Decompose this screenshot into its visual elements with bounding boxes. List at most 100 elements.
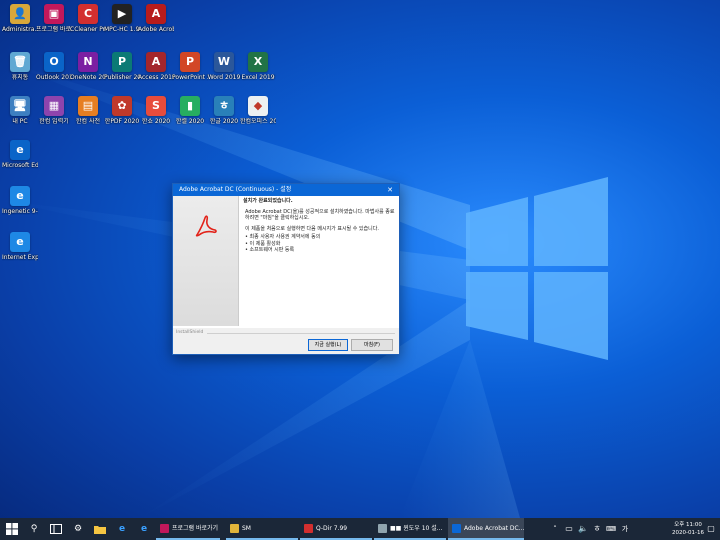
desktop-icon-label: 휴지통 (11, 74, 29, 81)
app-icon: W (214, 52, 234, 72)
taskbar-app-button[interactable]: SM (226, 518, 298, 540)
desktop-icon-label: Administra... (2, 26, 38, 33)
app-icon (230, 524, 239, 533)
desktop-icon[interactable]: e Microsoft Edge (2, 140, 38, 169)
desktop-icon-label: 한글 2020 (209, 118, 239, 125)
app-icon: ▣ (44, 4, 64, 24)
file-explorer-icon[interactable] (93, 522, 107, 536)
app-icon (452, 524, 461, 533)
desktop-icon-label: Internet Explorer (2, 254, 38, 261)
app-icon: 👤 (10, 4, 30, 24)
app-icon: P (180, 52, 200, 72)
app-icon: ◆ (248, 96, 268, 116)
desktop-icon[interactable]: P Publisher 2019 (104, 52, 140, 81)
desktop-icon[interactable]: ▤ 한컴 사전 (70, 96, 106, 125)
close-icon[interactable]: ✕ (385, 184, 395, 196)
desktop-icon-label: 한컴 사전 (76, 118, 100, 125)
desktop-icon[interactable]: 🖥 내 PC (2, 96, 38, 125)
desktop-icon[interactable]: 🗑 휴지통 (2, 52, 38, 81)
app-icon: 🖥 (10, 96, 30, 116)
app-icon: N (78, 52, 98, 72)
desktop-icon[interactable]: ▣ 프로그램 바로가기 (36, 4, 72, 33)
desktop-icon[interactable]: ▦ 한컴 입력기 (36, 96, 72, 125)
acrobat-logo-icon (195, 215, 217, 237)
launch-now-button[interactable]: 지금 실행(L) (308, 339, 348, 351)
task-view-icon[interactable] (49, 522, 63, 536)
dialog-content: 설치가 완료되었습니다. Adobe Acrobat DC(을)를 성공적으로 … (243, 196, 395, 254)
edge-icon[interactable]: e (115, 522, 129, 536)
dialog-titlebar[interactable]: Adobe Acrobat DC (Continuous) - 설정 ✕ (173, 184, 399, 196)
taskbar-app-button[interactable]: Q-Dir 7.99 (300, 518, 372, 540)
app-icon: e (10, 186, 30, 206)
app-icon: ▶ (112, 4, 132, 24)
desktop-icon[interactable]: A Access 2019 (138, 52, 174, 81)
completion-heading: 설치가 완료되었습니다. (243, 198, 293, 204)
app-icon: ▤ (78, 96, 98, 116)
app-icon: C (78, 4, 98, 24)
network-icon[interactable]: ▭ (562, 522, 576, 536)
desktop-icon[interactable]: A Adobe Acrobat DC (138, 4, 174, 33)
clock-time: 오후 11:00 (674, 522, 702, 528)
taskbar-app-label: Q-Dir 7.99 (316, 525, 348, 532)
first-run-list: • 최종 사용자 사용권 계약서에 동의 • 이 제품 활성화 • 소프트웨어 … (245, 234, 395, 254)
desktop-icon[interactable]: ✿ 한PDF 2020 (104, 96, 140, 125)
search-icon[interactable]: ⚲ (27, 522, 41, 536)
app-icon: ㅎ (214, 96, 234, 116)
desktop-icon[interactable]: e Internet Explorer (2, 232, 38, 261)
desktop-icon[interactable]: S 한쇼 2020 (138, 96, 174, 125)
desktop-icon[interactable]: P PowerPoint 2019 (172, 52, 208, 81)
desktop-icon[interactable]: N OneNote 2019 (70, 52, 106, 81)
taskbar-app-button[interactable]: Adobe Acrobat DC... (448, 518, 524, 540)
installshield-label: InstallShield (176, 330, 204, 335)
dialog-body: 설치가 완료되었습니다. Adobe Acrobat DC(을)를 성공적으로 … (173, 196, 399, 328)
desktop-icon-label: Adobe Acrobat DC (138, 26, 174, 33)
input-method-icon[interactable]: ㅎ (590, 522, 604, 536)
desktop-icon[interactable]: W Word 2019 (206, 52, 242, 81)
desktop-icon[interactable]: X Excel 2019 (240, 52, 276, 81)
desktop-icon-label: PowerPoint 2019 (172, 74, 208, 81)
app-icon: 🗑 (10, 52, 30, 72)
app-icon: P (112, 52, 132, 72)
desktop-icon[interactable]: ▶ MPC-HC 1.9.0 (104, 4, 140, 33)
taskbar-app-label: 프로그램 바로가기 (172, 525, 219, 532)
desktop-icon-label: CCleaner Pro 5.63 (70, 26, 106, 33)
app-icon (160, 524, 169, 533)
divider (207, 333, 395, 334)
desktop-icon-label: Ingenetic 9-12 (2, 208, 38, 215)
notifications-icon[interactable]: ▢ (704, 522, 718, 536)
desktop-icon-label: MPC-HC 1.9.0 (104, 26, 140, 33)
korean-ime-icon[interactable]: 가 (618, 522, 632, 536)
app-icon: e (10, 232, 30, 252)
desktop-icon[interactable]: e Ingenetic 9-12 (2, 186, 38, 215)
taskbar-app-label: SM (242, 525, 251, 532)
app-icon: ▮ (180, 96, 200, 116)
app-icon: O (44, 52, 64, 72)
finish-button[interactable]: 마침(F) (351, 339, 393, 351)
completion-message: Adobe Acrobat DC(을)를 성공적으로 설치하였습니다. 마법사를… (245, 208, 395, 222)
desktop-icon-label: 한컴오피스 2020 (240, 118, 276, 125)
app-icon: ▦ (44, 96, 64, 116)
desktop-icon[interactable]: 👤 Administra... (2, 4, 38, 33)
chevron-up-icon[interactable]: ˄ (548, 522, 562, 536)
desktop-icon-label: 한쇼 2020 (141, 118, 171, 125)
dialog-title: Adobe Acrobat DC (Continuous) - 설정 (179, 186, 292, 193)
start-icon[interactable] (5, 522, 19, 536)
system-clock[interactable]: 오후 11:00 2020-01-16 (672, 521, 704, 537)
app-icon: e (10, 140, 30, 160)
list-item: • 소프트웨어 시판 등록 (245, 247, 295, 253)
desktop-icon-label: Outlook 2019 (36, 74, 72, 81)
desktop-icon[interactable]: ▮ 한셀 2020 (172, 96, 208, 125)
desktop-icon[interactable]: O Outlook 2019 (36, 52, 72, 81)
desktop-icon[interactable]: ㅎ 한글 2020 (206, 96, 242, 125)
volume-icon[interactable]: 🔈 (576, 522, 590, 536)
taskbar: ⚲ ⚙ e e 프로그램 바로가기 SM Q-Dir 7.99 ■■ 윈도우 10 설… (0, 518, 720, 540)
settings-gear-icon[interactable]: ⚙ (71, 522, 85, 536)
desktop-icon[interactable]: C CCleaner Pro 5.63 (70, 4, 106, 33)
internet-explorer-icon[interactable]: e (137, 522, 151, 536)
app-icon: A (146, 4, 166, 24)
app-icon (304, 524, 313, 533)
taskbar-app-button[interactable]: 프로그램 바로가기 (156, 518, 220, 540)
keyboard-icon[interactable]: ⌨ (604, 522, 618, 536)
desktop-icon[interactable]: ◆ 한컴오피스 2020 (240, 96, 276, 125)
taskbar-app-button[interactable]: ■■ 윈도우 10 설... (374, 518, 446, 540)
